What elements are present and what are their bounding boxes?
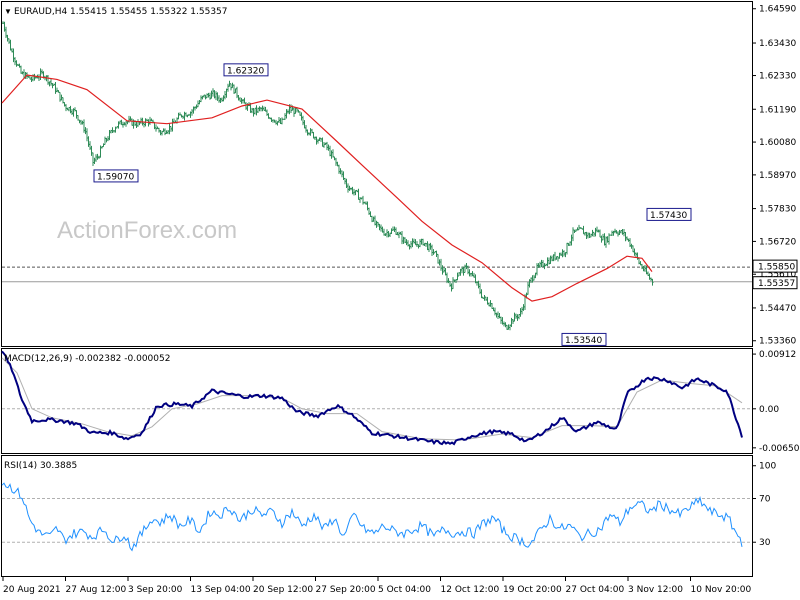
time-axis-tick-label: 20 Aug 2021 (3, 585, 61, 595)
forex-chart: ActionForex.com 1.62320 1.59070 1.57430 1.5… (1, 1, 800, 595)
price-axis-tick-label: 1.63430 (759, 39, 796, 49)
macd-axis-tick-label: 0.00912 (759, 350, 796, 360)
header-triangle-icon: ▼ (4, 7, 12, 16)
time-axis-tick-label: 3 Nov 12:00 (628, 585, 683, 595)
macd-panel-frame (1, 348, 753, 454)
price-annotation-label: 1.53540 (565, 336, 602, 346)
time-axis-tick-label: 13 Sep 04:00 (191, 585, 251, 595)
price-annotation-label: 1.59070 (97, 172, 134, 182)
macd-axis-tick-label: -0.006506 (759, 444, 800, 454)
time-axis-tick-label: 10 Nov 20:00 (691, 585, 752, 595)
rsi-panel-frame (1, 455, 753, 577)
price-label-text: 1.55357 (758, 279, 795, 289)
macd-header: MACD(12,26,9) -0.002382 -0.000052 (4, 354, 170, 364)
price-axis-tick-label: 1.56720 (759, 237, 796, 247)
time-axis-tick-label: 27 Oct 04:00 (566, 585, 625, 595)
price-axis-tick-label: 1.58970 (759, 171, 796, 181)
price-header: EURAUD,H4 1.55415 1.55455 1.55322 1.5535… (14, 7, 228, 17)
rsi-axis-tick-label: 100 (759, 462, 776, 472)
price-axis-tick-label: 1.53360 (759, 337, 796, 347)
rsi-axis-tick-label: 30 (759, 538, 771, 548)
price-axis-tick-label: 1.64590 (759, 5, 796, 15)
price-annotation-label: 1.62320 (227, 66, 264, 76)
time-axis-tick-label: 27 Sep 20:00 (316, 585, 376, 595)
time-axis-tick-label: 12 Oct 12:00 (441, 585, 500, 595)
price-axis-tick-label: 1.60080 (759, 138, 796, 148)
time-axis-tick-label: 20 Sep 12:00 (253, 585, 313, 595)
time-axis-tick-label: 19 Oct 20:00 (503, 585, 562, 595)
price-axis-tick-label: 1.61190 (759, 105, 796, 115)
macd-axis-tick-label: 0.00 (759, 405, 779, 415)
price-annotation-label: 1.57430 (650, 211, 687, 221)
price-axis-tick-label: 1.57830 (759, 205, 796, 215)
rsi-header: RSI(14) 30.3885 (4, 461, 77, 471)
watermark: ActionForex.com (57, 217, 237, 244)
time-axis-tick-label: 3 Sep 20:00 (128, 585, 183, 595)
time-axis-tick-label: 27 Aug 12:00 (66, 585, 127, 595)
price-axis-tick-label: 1.62330 (759, 72, 796, 82)
price-axis-tick-label: 1.54470 (759, 304, 796, 314)
time-axis-tick-label: 5 Oct 04:00 (378, 585, 431, 595)
price-label-text: 1.55850 (758, 263, 795, 273)
rsi-axis-tick-label: 70 (759, 495, 771, 505)
